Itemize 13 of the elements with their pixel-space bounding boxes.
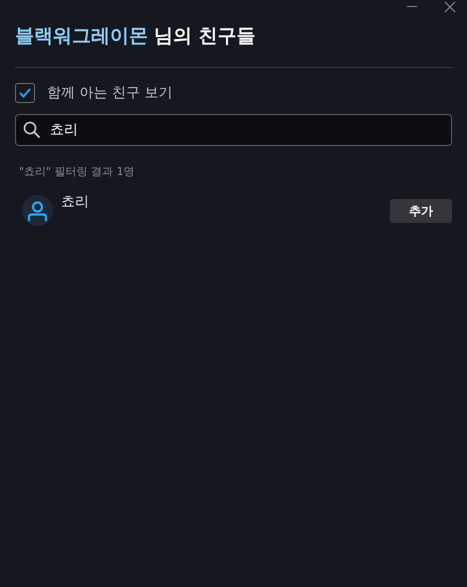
avatar-icon <box>22 195 53 226</box>
checkbox-label: 함께 아는 친구 보기 <box>47 84 172 102</box>
search-field[interactable]: 쵸리 <box>15 114 452 146</box>
search-icon <box>23 120 41 138</box>
close-icon[interactable] <box>444 1 456 13</box>
result-count: "쵸리" 필터링 결과 1명 <box>19 164 136 180</box>
check-icon <box>19 88 31 98</box>
minimize-icon[interactable] <box>407 6 417 8</box>
checkbox[interactable] <box>15 83 35 103</box>
friend-name: 쵸리 <box>61 193 89 212</box>
add-button[interactable]: 추가 <box>390 199 452 223</box>
window-title: 님의 친구들 <box>154 24 256 49</box>
window-title-owner: 블랙워그레이몬 <box>15 24 148 49</box>
